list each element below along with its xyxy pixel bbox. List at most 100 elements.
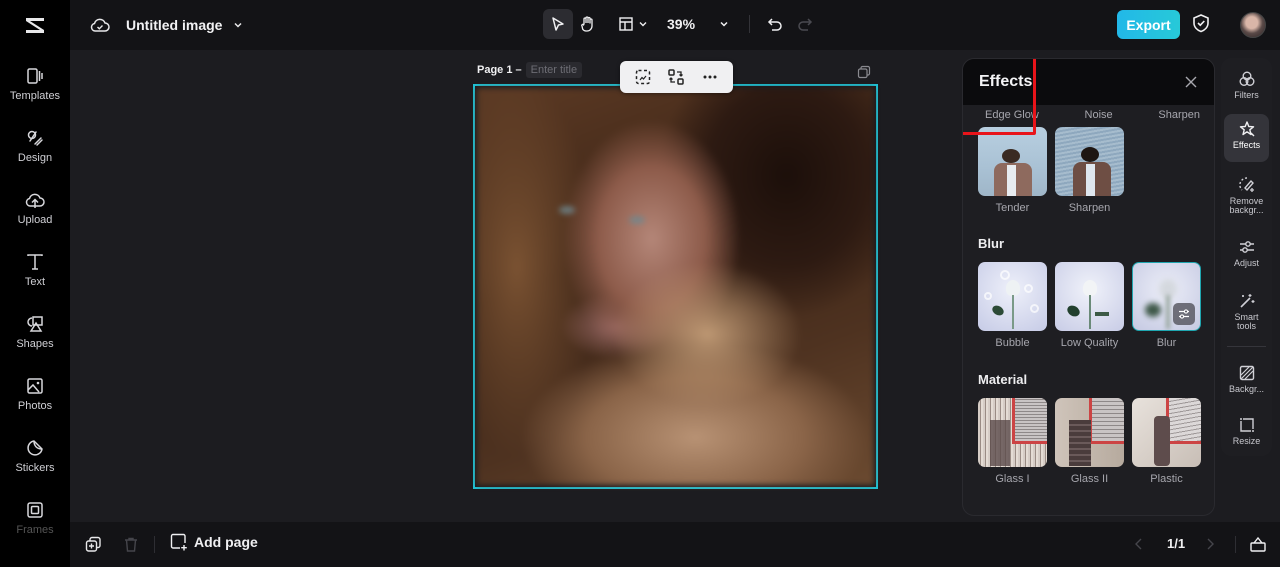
sidebar-item-templates[interactable]: Templates: [0, 66, 70, 122]
artboard-page[interactable]: [473, 84, 878, 489]
right-tool-label: Effects: [1232, 140, 1261, 150]
add-duplicate-icon: [85, 536, 101, 552]
effect-tile-glass-1[interactable]: Glass I: [978, 398, 1047, 485]
add-page-label: Add page: [194, 534, 258, 550]
effect-tile-plastic[interactable]: Plastic: [1132, 398, 1201, 485]
right-tool-background[interactable]: Backgr...: [1224, 358, 1269, 394]
right-tool-effects[interactable]: Effects: [1224, 114, 1269, 162]
sidebar-label: Frames: [16, 524, 54, 536]
filters-icon: [1239, 71, 1254, 86]
add-page-icon: [170, 533, 187, 551]
right-tool-adjust[interactable]: Adjust: [1224, 232, 1269, 268]
effect-tile-tender[interactable]: Tender: [978, 127, 1047, 214]
effects-panel: Effects Edge Glow Noise Sharpen Tender S…: [962, 58, 1215, 516]
chevron-right-icon: [1207, 538, 1214, 550]
next-page-button[interactable]: [1204, 537, 1216, 551]
capcut-logo[interactable]: [0, 0, 70, 50]
page-manager-button[interactable]: [1249, 535, 1267, 553]
templates-icon: [27, 68, 43, 84]
sidebar-item-design[interactable]: Design: [0, 128, 70, 184]
more-horizontal-icon: [703, 75, 717, 79]
sidebar-item-photos[interactable]: Photos: [0, 376, 70, 432]
pages-expand-icon: [1250, 536, 1266, 552]
sidebar-item-frames[interactable]: Frames: [0, 500, 70, 556]
right-tool-smart-tools[interactable]: Smart tools: [1224, 286, 1269, 331]
effect-tile-sharpen[interactable]: Sharpen: [1055, 127, 1124, 214]
duplicate-page-button[interactable]: [857, 65, 871, 79]
effect-label: Glass I: [995, 473, 1030, 485]
more-options-button[interactable]: [701, 68, 719, 86]
effect-tile-blur[interactable]: Blur: [963, 59, 1201, 349]
left-sidebar: Templates Design Upload Text Shapes Phot…: [0, 50, 70, 567]
effect-label[interactable]: Noise: [1085, 109, 1113, 127]
photos-icon: [27, 378, 43, 394]
blurred-portrait-image[interactable]: [477, 88, 874, 485]
effect-tile-low-quality[interactable]: Low Quality: [1055, 262, 1124, 349]
design-icon: [27, 130, 43, 146]
export-button[interactable]: Export: [1117, 10, 1180, 39]
delete-page-button[interactable]: [123, 536, 139, 553]
effect-thumbnail: [1055, 127, 1124, 196]
prev-page-button[interactable]: [1133, 537, 1145, 551]
replace-button[interactable]: [667, 68, 685, 86]
right-tool-resize[interactable]: Resize: [1224, 410, 1269, 446]
page-indicator: 1/1: [1167, 536, 1186, 551]
zoom-dropdown-button[interactable]: [709, 9, 739, 39]
shield-button[interactable]: [1192, 13, 1210, 33]
zoom-level[interactable]: 39%: [667, 16, 695, 32]
sidebar-item-text[interactable]: Text: [0, 252, 70, 308]
hand-tool-button[interactable]: [573, 9, 603, 39]
redo-button[interactable]: [790, 9, 820, 39]
toolbar-divider: [1227, 346, 1266, 347]
effect-thumbnail: [1055, 398, 1124, 467]
stickers-icon: [27, 440, 43, 456]
undo-button[interactable]: [760, 9, 790, 39]
duplicate-page-button[interactable]: [85, 536, 102, 553]
sidebar-label: Design: [17, 152, 53, 164]
resize-icon: [1239, 418, 1254, 432]
crop-button[interactable]: [634, 68, 652, 86]
chevron-down-icon: [720, 21, 728, 27]
replace-icon: [668, 69, 685, 85]
shapes-icon: [27, 316, 43, 332]
right-tool-label: Filters: [1234, 90, 1259, 100]
add-page-button[interactable]: Add page: [170, 533, 258, 551]
toolbar-divider: [749, 15, 751, 33]
layout-dropdown[interactable]: [613, 9, 653, 39]
chevron-down-icon: [639, 22, 647, 27]
hand-icon: [581, 16, 593, 32]
right-tool-remove-background[interactable]: Remove backgr...: [1224, 170, 1269, 215]
effect-thumbnail: [1132, 398, 1201, 467]
effect-tile-bubble[interactable]: Bubble: [978, 262, 1047, 349]
page-title-group: Page 1 – Enter title: [477, 62, 583, 78]
document-title[interactable]: Untitled image: [126, 17, 222, 33]
image-detail: [629, 216, 645, 224]
sidebar-item-upload[interactable]: Upload: [0, 190, 70, 246]
adjust-effect-button[interactable]: [1173, 303, 1195, 325]
chevron-down-icon[interactable]: [232, 19, 244, 31]
right-tool-label: Adjust: [1233, 258, 1259, 268]
right-toolbar: Filters Effects Remove backgr... Adjust …: [1221, 58, 1272, 456]
effect-thumbnail: [1132, 262, 1201, 331]
cloud-saved-icon: [90, 18, 110, 32]
sidebar-label: Templates: [9, 90, 61, 102]
effect-label[interactable]: Sharpen: [1158, 109, 1200, 127]
page-label: Page 1 –: [477, 64, 522, 76]
layout-icon: [619, 17, 633, 31]
effect-label[interactable]: Edge Glow: [985, 109, 1039, 127]
effect-label: Tender: [995, 202, 1030, 214]
effects-star-icon: [1239, 121, 1254, 137]
sidebar-item-stickers[interactable]: Stickers: [0, 438, 70, 494]
right-tool-filters[interactable]: Filters: [1224, 64, 1269, 100]
select-tool-button[interactable]: [543, 9, 573, 39]
sidebar-item-shapes[interactable]: Shapes: [0, 314, 70, 370]
bottom-divider: [154, 536, 155, 553]
effects-panel-header: Effects: [963, 59, 1214, 105]
page-title-input[interactable]: Enter title: [525, 62, 583, 78]
effect-tile-glass-2[interactable]: Glass II: [1055, 398, 1124, 485]
close-icon[interactable]: [1184, 75, 1198, 89]
effect-label: Bubble: [995, 337, 1030, 349]
document-title-group[interactable]: Untitled image: [90, 12, 244, 38]
canvas-tools: 39%: [543, 9, 820, 39]
user-avatar[interactable]: [1240, 12, 1266, 38]
